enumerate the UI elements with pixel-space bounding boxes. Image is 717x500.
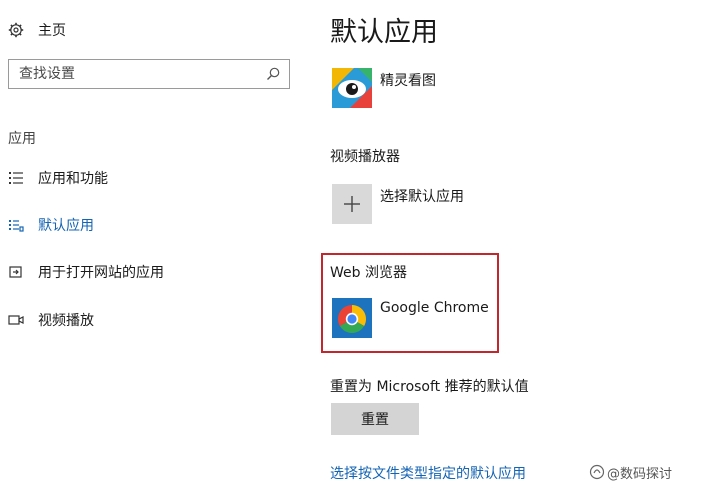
chrome-icon bbox=[332, 298, 372, 338]
open-website-icon bbox=[8, 264, 24, 280]
plus-icon bbox=[332, 184, 372, 224]
video-player-choose-default[interactable]: 选择默认应用 bbox=[332, 184, 464, 224]
sidebar-item-label: 应用和功能 bbox=[38, 171, 108, 187]
sidebar: 主页 应用 bbox=[0, 0, 310, 500]
home-label: 主页 bbox=[38, 23, 66, 39]
list-icon bbox=[8, 170, 24, 186]
sidebar-item-label: 用于打开网站的应用 bbox=[38, 265, 164, 281]
web-browser-default-app[interactable]: Google Chrome bbox=[332, 298, 489, 338]
choose-by-file-type-link[interactable]: 选择按文件类型指定的默认应用 bbox=[330, 463, 526, 483]
search-input[interactable] bbox=[9, 61, 259, 87]
watermark-logo-icon bbox=[589, 464, 605, 480]
sidebar-item-apps-features[interactable]: 应用和功能 bbox=[8, 165, 108, 191]
search-icon[interactable] bbox=[265, 66, 281, 82]
photo-viewer-default-app[interactable]: 精灵看图 bbox=[332, 68, 436, 108]
page-title: 默认应用 bbox=[330, 17, 438, 48]
reset-button[interactable]: 重置 bbox=[331, 403, 419, 435]
sidebar-item-default-apps[interactable]: 默认应用 bbox=[8, 212, 94, 238]
gear-icon bbox=[8, 22, 24, 38]
home-nav-item[interactable]: 主页 bbox=[8, 18, 66, 42]
app-name: Google Chrome bbox=[380, 300, 489, 316]
main-content: 默认应用 精灵看图 视频播放器 选择默认应用 Web 浏览器 Google Ch… bbox=[321, 0, 717, 500]
settings-window: 主页 应用 bbox=[0, 0, 717, 500]
video-player-label: 视频播放器 bbox=[330, 149, 400, 165]
sidebar-item-label: 默认应用 bbox=[38, 218, 94, 234]
app-name: 精灵看图 bbox=[380, 73, 436, 89]
reset-label: 重置为 Microsoft 推荐的默认值 bbox=[330, 379, 529, 395]
search-box[interactable] bbox=[8, 59, 290, 89]
sidebar-item-video-playback[interactable]: 视频播放 bbox=[8, 307, 94, 333]
watermark-text: @数码探讨 bbox=[607, 466, 673, 482]
sidebar-item-label: 视频播放 bbox=[38, 313, 94, 329]
default-apps-icon bbox=[8, 217, 24, 233]
section-header-apps: 应用 bbox=[8, 131, 36, 147]
sidebar-item-open-websites[interactable]: 用于打开网站的应用 bbox=[8, 259, 164, 285]
photo-viewer-icon bbox=[332, 68, 372, 108]
app-name: 选择默认应用 bbox=[380, 189, 464, 205]
web-browser-label: Web 浏览器 bbox=[330, 265, 407, 281]
video-icon bbox=[8, 312, 24, 328]
watermark: @数码探讨 bbox=[589, 462, 672, 482]
